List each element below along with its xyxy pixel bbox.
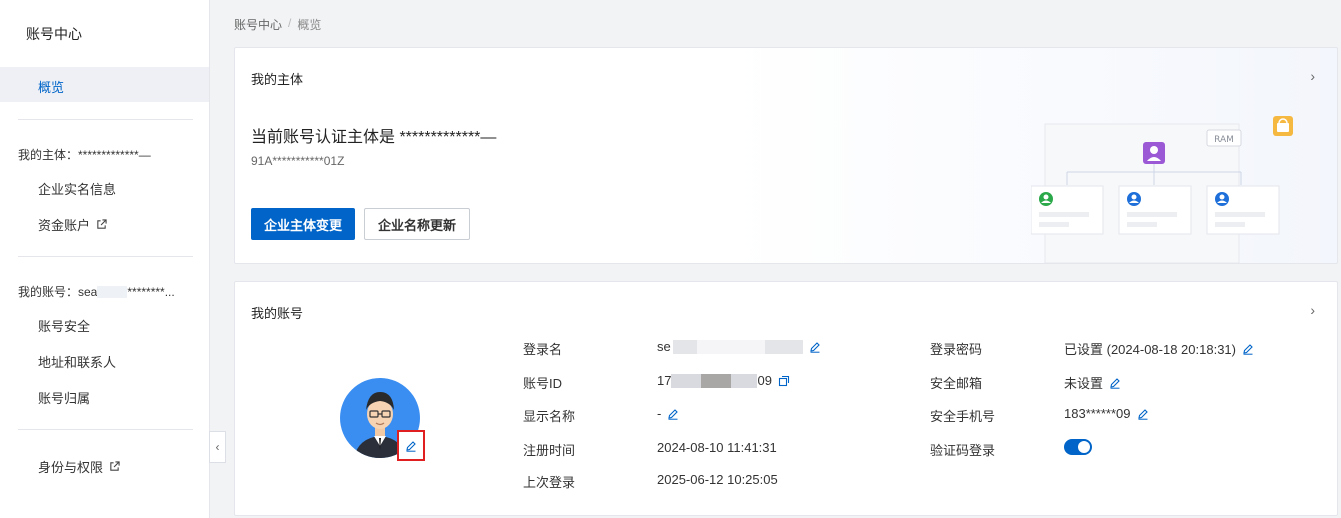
sidebar-item-label: 概览 bbox=[38, 80, 65, 95]
pencil-icon[interactable] bbox=[809, 341, 821, 353]
masked-text bbox=[671, 373, 758, 388]
pencil-icon[interactable] bbox=[1109, 377, 1121, 389]
sidebar-group-entity: 我的主体：*************— bbox=[18, 148, 151, 162]
account-card: 我的账号 › 登录名 se 账号ID 17 09 显示名称 - 注册时间 202… bbox=[234, 281, 1338, 516]
svg-text:RAM: RAM bbox=[1214, 135, 1234, 145]
sidebar-item-account-ownership[interactable]: 账号归属 bbox=[38, 388, 90, 407]
email-label: 安全邮箱 bbox=[930, 376, 983, 391]
display-name-value: - bbox=[657, 406, 679, 421]
divider bbox=[18, 119, 193, 120]
register-time-label: 注册时间 bbox=[523, 443, 576, 458]
last-login-value: 2025-06-12 10:25:05 bbox=[657, 472, 778, 487]
pencil-icon[interactable] bbox=[1242, 343, 1254, 355]
phone-value: 183******09 bbox=[1064, 406, 1149, 421]
login-name-label: 登录名 bbox=[523, 342, 563, 357]
sidebar-collapse-button[interactable]: ‹ bbox=[209, 431, 226, 463]
pencil-icon[interactable] bbox=[667, 408, 679, 420]
pencil-icon[interactable] bbox=[1137, 408, 1149, 420]
account-id-value: 17 09 bbox=[657, 373, 790, 388]
entity-statement: 当前账号认证主体是 *************— bbox=[251, 129, 497, 146]
breadcrumb-current: 概览 bbox=[297, 18, 322, 32]
code-login-label: 验证码登录 bbox=[930, 443, 996, 458]
ram-illustration-icon: RAM bbox=[1031, 116, 1293, 263]
sidebar: 账号中心 概览 我的主体：*************— 企业实名信息 资金账户 … bbox=[0, 0, 210, 518]
external-link-icon bbox=[97, 219, 107, 229]
divider bbox=[18, 256, 193, 257]
breadcrumb: 账号中心 / 概览 bbox=[234, 16, 321, 33]
breadcrumb-separator: / bbox=[288, 16, 292, 30]
pencil-icon bbox=[406, 440, 416, 452]
code-login-value bbox=[1064, 439, 1092, 455]
sidebar-item-overview[interactable]: 概览 bbox=[0, 67, 209, 102]
phone-label: 安全手机号 bbox=[930, 409, 996, 424]
change-entity-button[interactable]: 企业主体变更 bbox=[251, 208, 355, 240]
update-name-button[interactable]: 企业名称更新 bbox=[364, 208, 470, 240]
card-title: 我的主体 bbox=[251, 72, 304, 87]
sidebar-group-account: 我的账号：sea ********... bbox=[18, 284, 175, 300]
login-name-value: se bbox=[657, 339, 821, 354]
account-id-label: 账号ID bbox=[523, 376, 563, 391]
email-value: 未设置 bbox=[1064, 373, 1121, 392]
register-time-value: 2024-08-10 11:41:31 bbox=[657, 440, 777, 455]
chevron-right-icon[interactable]: › bbox=[1310, 302, 1315, 318]
avatar-edit-button[interactable] bbox=[397, 430, 425, 461]
sidebar-item-enterprise-info[interactable]: 企业实名信息 bbox=[38, 179, 116, 198]
copy-icon[interactable] bbox=[778, 375, 790, 387]
card-title: 我的账号 bbox=[251, 306, 304, 321]
sidebar-title: 账号中心 bbox=[26, 26, 82, 42]
last-login-label: 上次登录 bbox=[523, 475, 576, 490]
code-login-toggle[interactable] bbox=[1064, 439, 1092, 455]
password-label: 登录密码 bbox=[930, 342, 983, 357]
chevron-right-icon[interactable]: › bbox=[1310, 68, 1315, 84]
external-link-icon bbox=[110, 461, 120, 471]
display-name-label: 显示名称 bbox=[523, 409, 576, 424]
divider bbox=[18, 429, 193, 430]
sidebar-item-address-contacts[interactable]: 地址和联系人 bbox=[38, 352, 116, 371]
masked-text bbox=[672, 339, 803, 354]
password-value: 已设置 (2024-08-18 20:18:31) bbox=[1064, 339, 1254, 358]
masked-text bbox=[97, 285, 128, 298]
entity-code: 91A***********01Z bbox=[251, 154, 345, 168]
sidebar-item-identity-permissions[interactable]: 身份与权限 bbox=[38, 457, 120, 476]
chevron-left-icon: ‹ bbox=[215, 440, 220, 454]
entity-card: 我的主体 › 当前账号认证主体是 *************— 91A*****… bbox=[234, 47, 1338, 264]
sidebar-item-account-security[interactable]: 账号安全 bbox=[38, 316, 90, 335]
sidebar-item-fund-account[interactable]: 资金账户 bbox=[38, 215, 107, 234]
breadcrumb-root[interactable]: 账号中心 bbox=[234, 16, 282, 33]
